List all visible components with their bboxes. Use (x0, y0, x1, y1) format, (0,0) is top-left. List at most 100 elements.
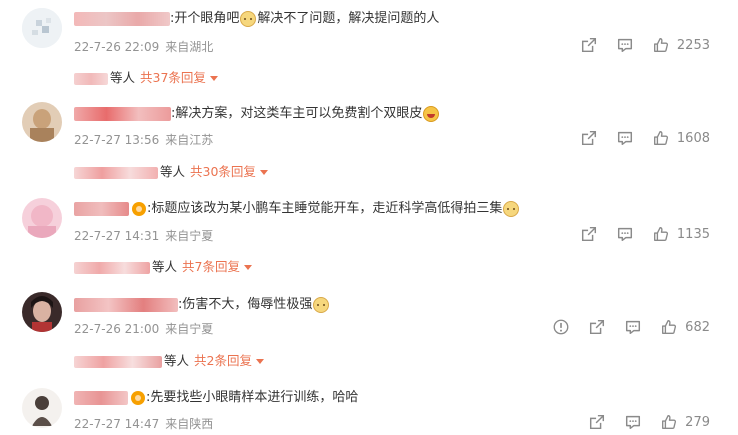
comment-location: 来自宁夏 (165, 322, 214, 336)
replies-count: 共30条回复 (190, 164, 256, 179)
username-blurred[interactable] (74, 201, 129, 216)
replies-who: 等人 (160, 164, 186, 179)
replies-who: 等人 (110, 70, 136, 85)
cat-face-emoji (240, 10, 257, 27)
more-replies-link[interactable]: 共37条回复 (140, 70, 218, 85)
like-button[interactable] (650, 223, 672, 245)
reply-button[interactable] (622, 316, 644, 338)
chevron-down-icon (243, 265, 252, 270)
avatar[interactable] (22, 102, 62, 142)
username-blurred[interactable] (74, 11, 170, 26)
share-button[interactable] (586, 316, 608, 338)
reply-button[interactable] (614, 127, 636, 149)
report-icon (552, 318, 570, 336)
thumbs-up-icon (660, 318, 678, 336)
like-count: 279 (685, 414, 710, 430)
like-button[interactable] (658, 316, 680, 338)
comment-meta: 22-7-26 22:09 来自湖北 (74, 38, 219, 55)
cat-face-emoji (313, 296, 330, 313)
vip-badge-icon (131, 390, 145, 405)
avatar[interactable] (22, 292, 62, 332)
replies-count: 共37条回复 (140, 70, 206, 85)
avatar[interactable] (22, 8, 62, 48)
comment-actions: 682 (536, 316, 710, 338)
comment-actions: 1608 (564, 127, 710, 149)
replies-who: 等人 (164, 353, 190, 368)
reply-user-blurred[interactable] (74, 355, 162, 368)
more-replies-link[interactable]: 共7条回复 (182, 259, 252, 274)
comment-actions: 279 (572, 411, 710, 433)
comment-text: :解决方案，对这类车主可以免费割个双眼皮 (171, 106, 423, 121)
comment-icon (624, 413, 642, 431)
share-button[interactable] (578, 223, 600, 245)
share-button[interactable] (578, 34, 600, 56)
reply-button[interactable] (614, 34, 636, 56)
chevron-down-icon (255, 359, 264, 364)
comment-date: 22-7-27 14:31 (74, 229, 160, 243)
comment-icon (616, 225, 634, 243)
comment-meta: 22-7-27 14:47 来自陕西 (74, 415, 219, 432)
thumbs-up-icon (652, 36, 670, 54)
comment-text: :伤害不大，侮辱性极强 (178, 297, 313, 312)
reply-user-blurred[interactable] (74, 261, 150, 274)
comment-line: :标题应该改为某小鹏车主睡觉能开车，走近科学高低得拍三集 (74, 200, 520, 218)
comment-actions: 2253 (564, 34, 710, 56)
reply-user-blurred[interactable] (74, 166, 158, 179)
like-count: 2253 (676, 37, 710, 53)
share-icon (580, 36, 598, 54)
replies-who: 等人 (152, 259, 178, 274)
report-button[interactable] (550, 316, 572, 338)
reply-button[interactable] (622, 411, 644, 433)
replies-summary: 等人 共37条回复 (74, 67, 218, 86)
like-button[interactable] (658, 411, 680, 433)
thumbs-up-icon (652, 225, 670, 243)
comment-location: 来自江苏 (165, 133, 214, 147)
avatar[interactable] (22, 388, 62, 428)
like-count: 682 (685, 319, 710, 335)
like-button[interactable] (650, 127, 672, 149)
comment-icon (616, 129, 634, 147)
replies-count: 共2条回复 (194, 353, 252, 368)
replies-count: 共7条回复 (182, 259, 240, 274)
share-button[interactable] (586, 411, 608, 433)
comment-meta: 22-7-27 13:56 来自江苏 (74, 131, 219, 148)
more-replies-link[interactable]: 共30条回复 (190, 164, 268, 179)
replies-summary: 等人 共30条回复 (74, 161, 268, 180)
comment-location: 来自湖北 (165, 40, 214, 54)
more-replies-link[interactable]: 共2条回复 (194, 353, 264, 368)
comment-text-tail: 解决不了问题，解决提问题的人 (257, 11, 440, 26)
vip-badge-icon (132, 201, 146, 216)
username-blurred[interactable] (74, 390, 128, 405)
comment-icon (616, 36, 634, 54)
reply-button[interactable] (614, 223, 636, 245)
comment-text: :先要找些小眼睛样本进行训练，哈哈 (146, 390, 359, 405)
username-blurred[interactable] (74, 106, 171, 121)
comment-icon (624, 318, 642, 336)
chevron-down-icon (209, 76, 218, 81)
comment-date: 22-7-26 21:00 (74, 322, 160, 336)
replies-summary: 等人 共7条回复 (74, 256, 252, 275)
like-button[interactable] (650, 34, 672, 56)
thumbs-up-icon (652, 129, 670, 147)
comment-date: 22-7-27 14:47 (74, 417, 160, 431)
comment-meta: 22-7-27 14:31 来自宁夏 (74, 227, 219, 244)
avatar[interactable] (22, 198, 62, 238)
replies-summary: 等人 共2条回复 (74, 350, 264, 369)
comment-location: 来自宁夏 (165, 229, 214, 243)
comment-meta: 22-7-26 21:00 来自宁夏 (74, 320, 219, 337)
comment-date: 22-7-27 13:56 (74, 133, 160, 147)
like-count: 1135 (676, 226, 710, 242)
share-button[interactable] (578, 127, 600, 149)
laughing-emoji (423, 105, 440, 122)
share-icon (588, 318, 606, 336)
cat-face-emoji (503, 200, 520, 217)
comment-text: :标题应该改为某小鹏车主睡觉能开车，走近科学高低得拍三集 (147, 201, 503, 216)
share-icon (580, 129, 598, 147)
username-blurred[interactable] (74, 297, 178, 312)
comment-line: :伤害不大，侮辱性极强 (74, 296, 330, 314)
comment-location: 来自陕西 (165, 417, 214, 431)
like-count: 1608 (676, 130, 710, 146)
chevron-down-icon (259, 170, 268, 175)
reply-user-blurred[interactable] (74, 72, 108, 85)
comment-actions: 1135 (564, 223, 710, 245)
